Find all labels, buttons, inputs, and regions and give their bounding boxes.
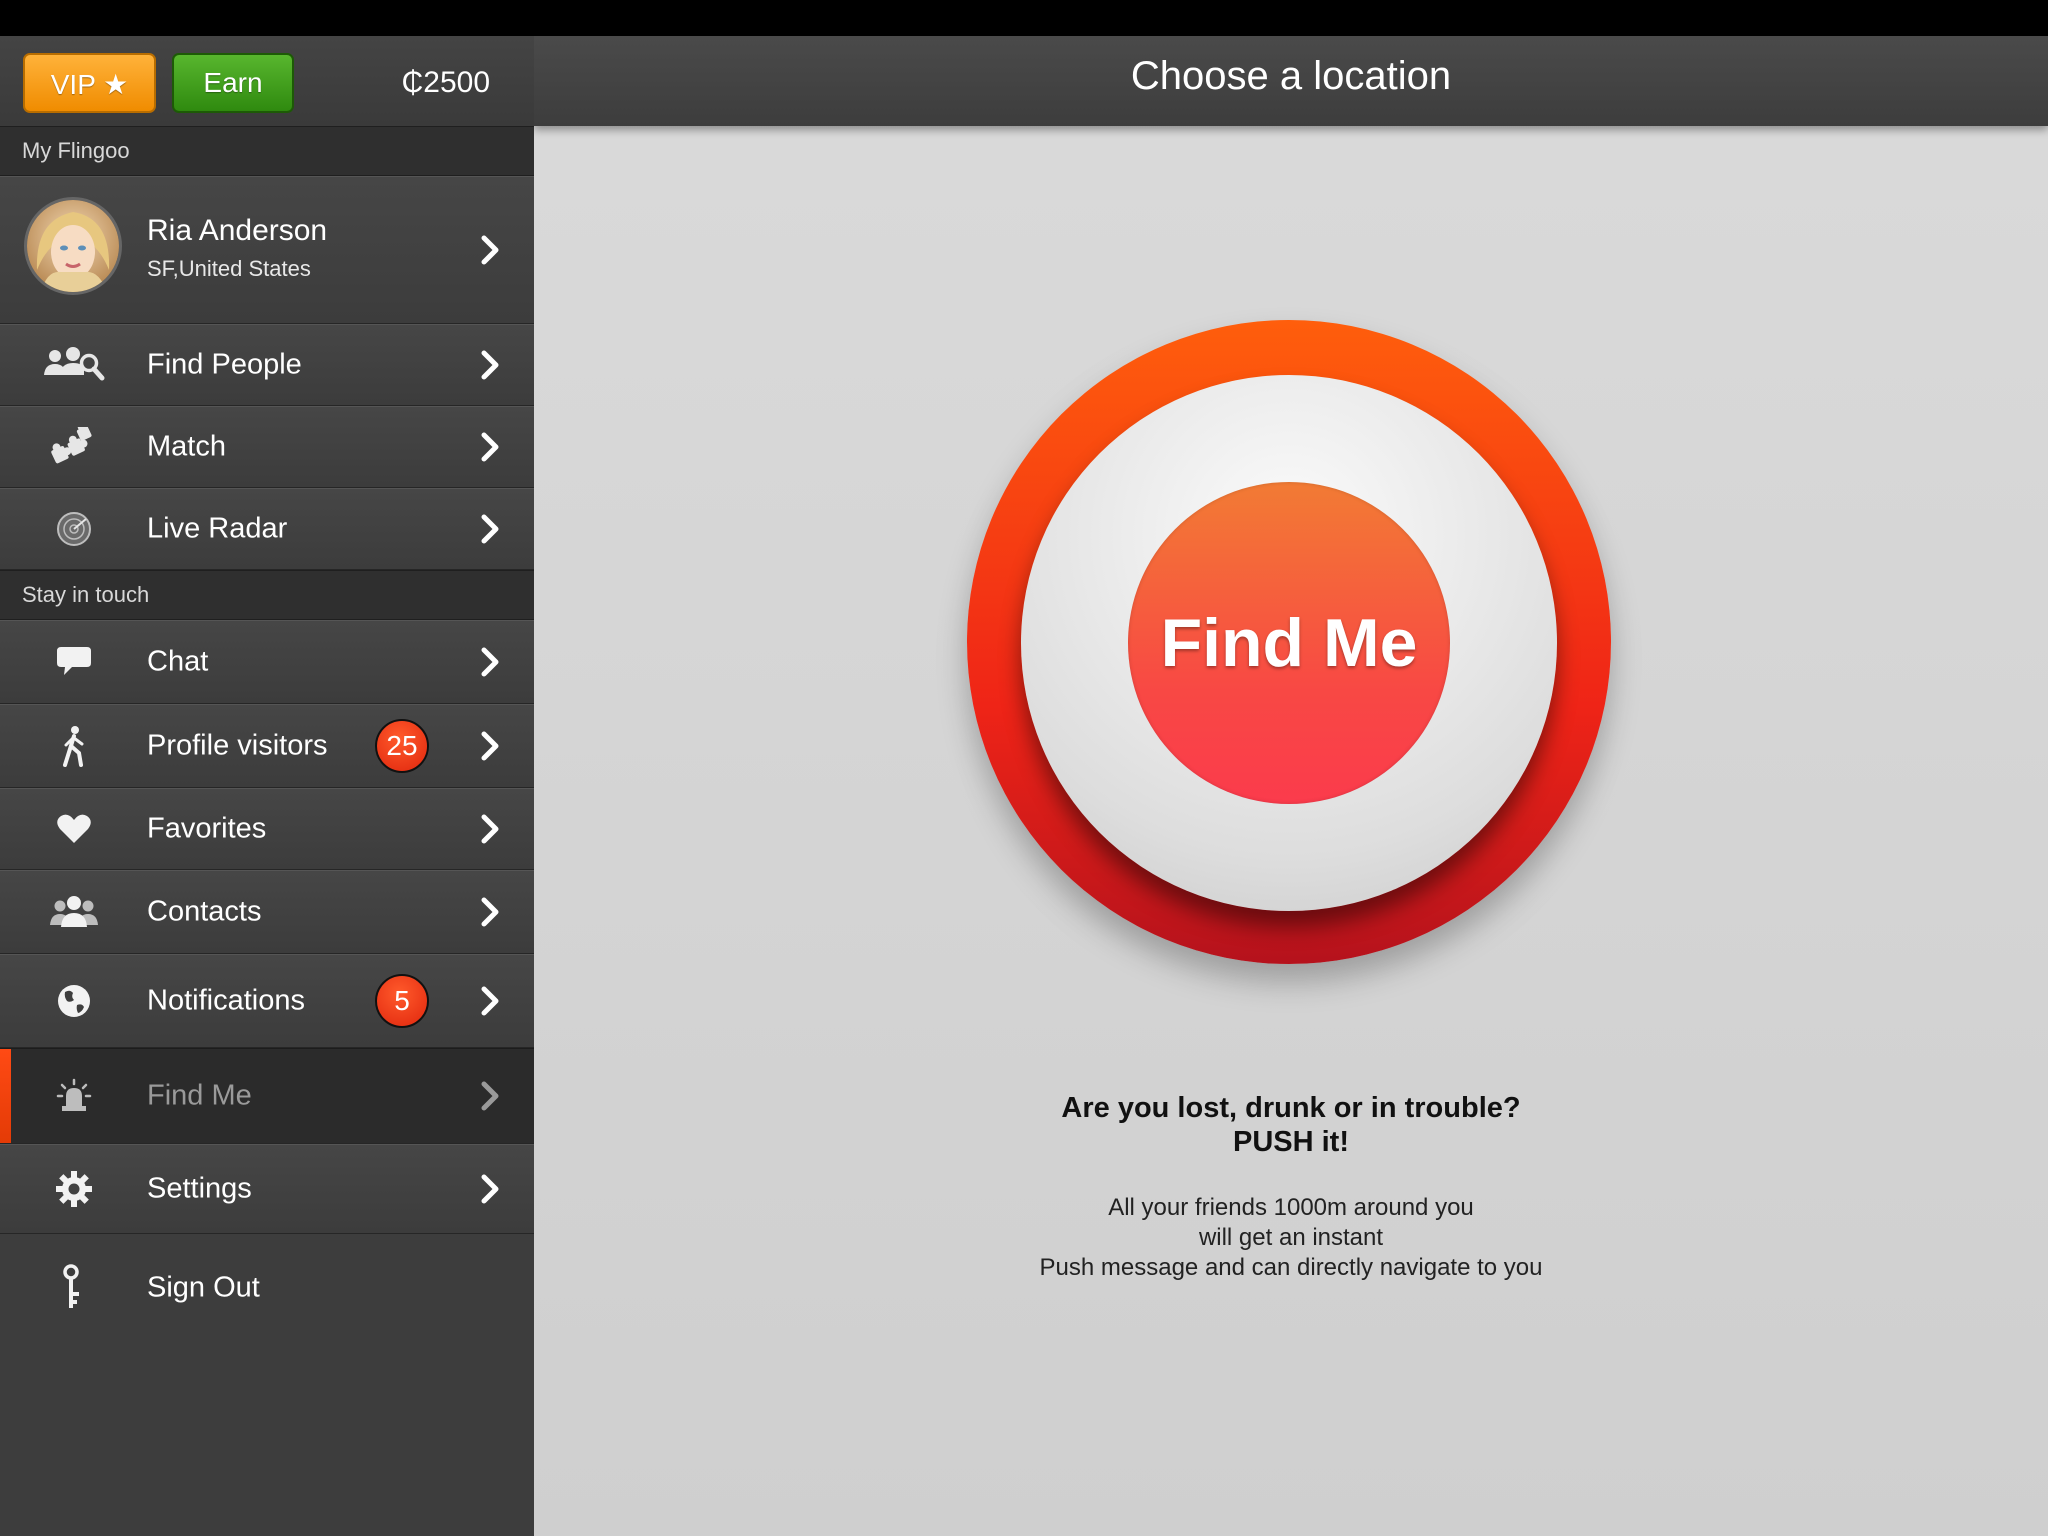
prompt-question: Are you lost, drunk or in trouble? — [1061, 1092, 1521, 1124]
chevron-right-icon — [481, 731, 499, 761]
description-line: All your friends 1000m around you — [1108, 1194, 1474, 1221]
vip-button[interactable]: VIP ★ — [23, 53, 156, 113]
sidebar-item-chat[interactable]: Chat — [0, 620, 534, 704]
siren-icon — [40, 1066, 108, 1126]
walking-person-icon — [40, 716, 108, 776]
sidebar-item-sign-out[interactable]: Sign Out — [0, 1238, 534, 1338]
sidebar-item-favorites[interactable]: Favorites — [0, 788, 534, 870]
sidebar-item-profile-visitors[interactable]: Profile visitors 25 — [0, 704, 534, 788]
sidebar-item-find-me[interactable]: Find Me — [0, 1048, 534, 1144]
chevron-right-icon — [481, 514, 499, 544]
sidebar-item-match[interactable]: Match — [0, 406, 534, 488]
notifications-count-badge: 5 — [375, 974, 429, 1028]
profile-location: SF,United States — [147, 256, 311, 281]
sidebar-item-label: Find Me — [147, 1079, 252, 1112]
sidebar-item-label: Sign Out — [147, 1271, 260, 1304]
section-title: Stay in touch — [22, 582, 150, 607]
contacts-icon — [40, 882, 108, 942]
main-content: Choose a location Find Me Are you lost, … — [534, 36, 2048, 1536]
description-line: will get an instant — [1198, 1224, 1384, 1251]
chevron-right-icon — [481, 814, 499, 844]
chevron-right-icon — [481, 1081, 499, 1111]
sidebar-item-contacts[interactable]: Contacts — [0, 870, 534, 954]
section-header-stay-in-touch: Stay in touch — [0, 570, 534, 620]
avatar — [24, 197, 122, 295]
sidebar-top-bar: VIP ★ Earn ₵2500 — [0, 36, 534, 126]
sidebar-item-label: Match — [147, 430, 226, 463]
sidebar-item-label: Chat — [147, 645, 209, 678]
status-bar — [0, 0, 2048, 36]
earn-button[interactable]: Earn — [172, 53, 294, 113]
chevron-right-icon — [481, 897, 499, 927]
active-indicator — [0, 1049, 11, 1143]
coin-balance: ₵2500 — [401, 66, 490, 99]
sidebar-item-settings[interactable]: Settings — [0, 1144, 534, 1234]
prompt-action: PUSH it! — [1233, 1126, 1349, 1158]
chevron-right-icon — [481, 350, 499, 380]
profile-name: Ria Anderson — [147, 214, 328, 247]
sidebar-item-label: Contacts — [147, 895, 262, 928]
key-icon — [40, 1258, 108, 1318]
chevron-right-icon — [481, 432, 499, 462]
page-title: Choose a location — [1130, 54, 1452, 98]
find-me-button-label: Find Me — [1160, 605, 1418, 681]
sidebar-item-label: Profile visitors — [147, 729, 328, 762]
radar-icon — [40, 499, 108, 559]
globe-icon — [40, 971, 108, 1031]
sidebar-item-find-people[interactable]: Find People — [0, 324, 534, 406]
find-me-button[interactable]: Find Me — [1128, 482, 1450, 804]
section-title: My Flingoo — [22, 138, 130, 163]
description-line: Push message and can directly navigate t… — [1039, 1254, 1543, 1281]
visitors-count-badge: 25 — [375, 719, 429, 773]
sidebar-item-live-radar[interactable]: Live Radar — [0, 488, 534, 570]
main-header: Choose a location — [534, 36, 2048, 126]
gear-icon — [40, 1159, 108, 1219]
sidebar: VIP ★ Earn ₵2500 My Flingoo Ria Anderson… — [0, 36, 534, 1536]
speech-bubble-icon — [40, 632, 108, 692]
sidebar-item-label: Notifications — [147, 984, 305, 1017]
chevron-right-icon — [481, 647, 499, 677]
chevron-right-icon — [481, 986, 499, 1016]
profile-row[interactable]: Ria Anderson SF,United States — [0, 176, 534, 324]
sidebar-item-label: Find People — [147, 348, 302, 381]
section-header-my-flingoo: My Flingoo — [0, 126, 534, 176]
chevron-right-icon — [481, 1174, 499, 1204]
chevron-right-icon — [481, 235, 499, 265]
sidebar-item-label: Favorites — [147, 812, 267, 845]
people-search-icon — [40, 335, 108, 395]
sidebar-item-notifications[interactable]: Notifications 5 — [0, 954, 534, 1048]
puzzle-icon — [40, 417, 108, 477]
sidebar-item-label: Live Radar — [147, 512, 288, 545]
sidebar-item-label: Settings — [147, 1172, 252, 1205]
heart-icon — [40, 799, 108, 859]
